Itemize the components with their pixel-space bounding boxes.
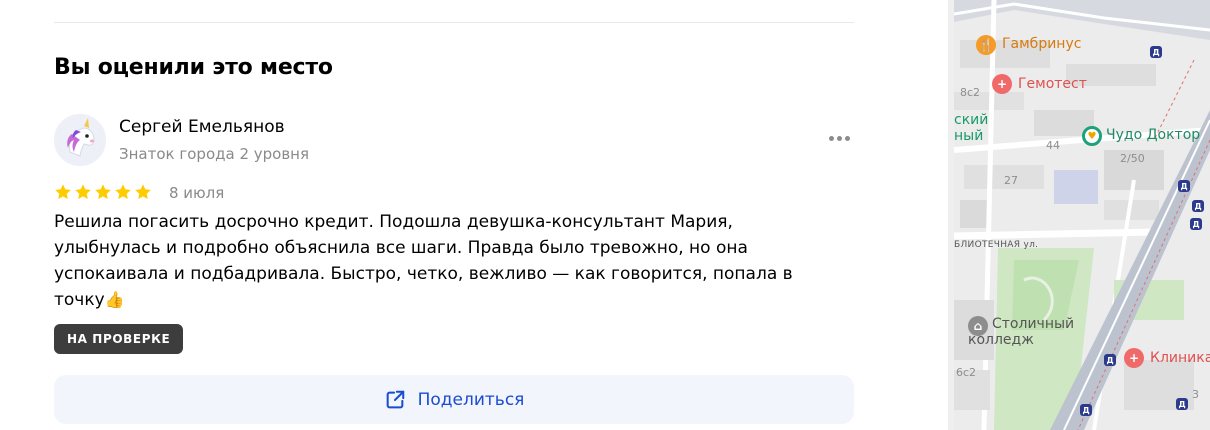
bus-stop-icon: Д	[1080, 404, 1092, 416]
house-number: 44	[1046, 139, 1060, 152]
bus-stop-icon: Д	[1176, 398, 1188, 410]
author-avatar[interactable]	[54, 114, 106, 166]
share-label: Поделиться	[417, 389, 525, 410]
share-icon	[384, 389, 406, 411]
house-number: 2/50	[1120, 152, 1145, 165]
more-options-button[interactable]	[822, 126, 856, 150]
house-number: 6с2	[956, 366, 977, 379]
more-dots-icon	[828, 135, 834, 141]
poi-partial-label: ный	[954, 128, 984, 144]
restaurant-icon[interactable]: 🍴	[976, 35, 996, 55]
star-icon	[135, 184, 151, 200]
poi-gambrinus[interactable]: Гамбринус	[1002, 36, 1081, 52]
bus-stop-icon: Д	[1150, 46, 1162, 58]
section-title: Вы оценили это место	[54, 55, 333, 80]
poi-clinic[interactable]: Клиника	[1150, 350, 1210, 366]
author-name[interactable]: Сергей Емельянов	[119, 117, 285, 137]
more-dot	[836, 135, 842, 141]
bus-stop-icon: Д	[1192, 200, 1204, 212]
rating-stars	[54, 183, 152, 201]
street-label: БЛИОТЕЧНАЯ ул.	[954, 240, 1039, 250]
house-number: 27	[1004, 174, 1018, 187]
star-icon	[55, 184, 71, 200]
poi-gemotest[interactable]: Гемотест	[1018, 76, 1087, 92]
share-button[interactable]: Поделиться	[54, 375, 854, 424]
author-level: Знаток города 2 уровня	[119, 145, 310, 163]
star-icon	[115, 184, 131, 200]
house-number: 3	[1192, 388, 1199, 401]
clinic-icon[interactable]: ♥	[1082, 126, 1102, 146]
poi-chudo-doktor[interactable]: Чудо Доктор	[1106, 127, 1200, 143]
poi-college[interactable]: Столичный колледж	[968, 316, 1074, 348]
bus-stop-icon: Д	[1190, 218, 1202, 230]
review-date: 8 июля	[169, 184, 225, 202]
poi-partial-label: ский	[954, 112, 989, 128]
medical-icon[interactable]: +	[1124, 348, 1144, 368]
bus-stop-icon: Д	[1178, 180, 1190, 192]
more-dot	[844, 135, 850, 141]
review-panel: Вы оценили это место Сергей Емельянов Зн…	[0, 0, 948, 430]
top-divider	[54, 22, 854, 23]
star-icon	[95, 184, 111, 200]
review-text: Решила погасить досрочно кредит. Подошла…	[54, 209, 844, 313]
unicorn-icon	[54, 114, 106, 166]
thumbs-up-icon: 👍	[104, 290, 125, 309]
bus-stop-icon: Д	[1104, 354, 1116, 366]
star-icon	[75, 184, 91, 200]
house-number: 8с2	[960, 86, 981, 99]
status-badge: НА ПРОВЕРКЕ	[54, 324, 184, 354]
medical-icon[interactable]: +	[992, 74, 1012, 94]
review-body: Решила погасить досрочно кредит. Подошла…	[54, 212, 793, 310]
map-panel[interactable]: 🍴 Гамбринус Д + Гемотест 8с2 ский ный ♥ …	[954, 0, 1210, 430]
